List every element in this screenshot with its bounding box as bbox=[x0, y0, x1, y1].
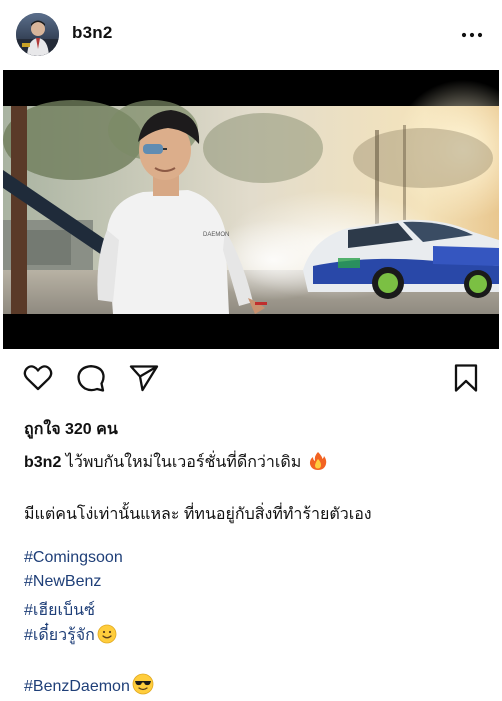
send-icon[interactable] bbox=[128, 362, 160, 394]
likes-count[interactable]: ถูกใจ 320 คน bbox=[24, 417, 118, 442]
heart-icon[interactable] bbox=[22, 362, 54, 394]
instagram-post: b3n2 DAEMON ถูกใจ 320 คน b3n2 ไว้พบกันให… bbox=[0, 0, 502, 701]
caption-text: ไว้พบกันใหม่ในเวอร์ชั่นที่ดีกว่าเดิม bbox=[65, 454, 302, 471]
caption-username[interactable]: b3n2 bbox=[24, 454, 61, 471]
shirt-print: DAEMON bbox=[203, 232, 229, 238]
bookmark-icon[interactable] bbox=[450, 362, 482, 394]
comment-icon[interactable] bbox=[75, 362, 107, 394]
fire-emoji bbox=[308, 451, 328, 476]
avatar-image bbox=[16, 13, 59, 56]
caption: b3n2 ไว้พบกันใหม่ในเวอร์ชั่นที่ดีกว่าเดิ… bbox=[24, 450, 328, 476]
hashtag-newbenz[interactable]: #NewBenz bbox=[24, 573, 101, 591]
avatar[interactable] bbox=[16, 13, 59, 56]
hashtag-benzdaemon-text[interactable]: #BenzDaemon bbox=[24, 678, 130, 695]
username[interactable]: b3n2 bbox=[72, 23, 112, 43]
hashtag-comingsoon[interactable]: #Comingsoon bbox=[24, 549, 123, 567]
post-image[interactable]: DAEMON bbox=[3, 70, 499, 349]
action-bar bbox=[0, 362, 502, 402]
hashtag-diewroojak: #เดี๋ยวรู้จัก bbox=[24, 623, 117, 649]
more-horizontal-icon[interactable] bbox=[460, 24, 484, 46]
photo-content: DAEMON bbox=[3, 80, 499, 314]
sunglasses-emoji bbox=[132, 673, 154, 700]
hashtag-hiabenz[interactable]: #เฮียเบ็นซ์ bbox=[24, 598, 95, 623]
hashtag-benzdaemon: #BenzDaemon bbox=[24, 673, 154, 700]
hashtag-diewroojak-text[interactable]: #เดี๋ยวรู้จัก bbox=[24, 627, 95, 644]
smile-emoji bbox=[97, 624, 117, 649]
post-header: b3n2 bbox=[0, 0, 502, 70]
photo-scene: DAEMON bbox=[3, 70, 499, 349]
caption-line-2: มีแต่คนโง่เท่านั้นแหละ ที่ทนอยู่กับสิ่งท… bbox=[24, 506, 372, 523]
